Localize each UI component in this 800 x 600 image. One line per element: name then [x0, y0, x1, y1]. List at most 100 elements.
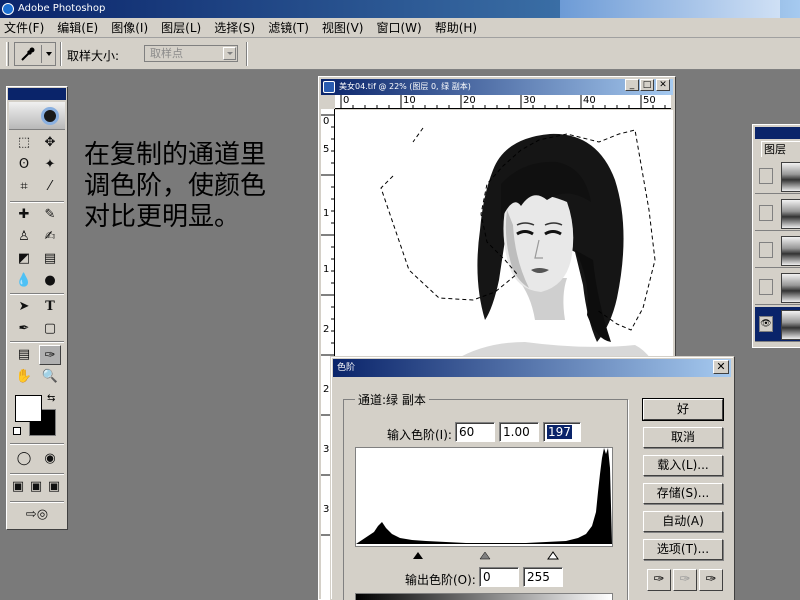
menu-window[interactable]: 窗口(W): [376, 19, 421, 36]
default-colors-icon[interactable]: [13, 427, 21, 435]
output-levels-label: 输出色阶(O):: [405, 573, 476, 587]
ok-button[interactable]: 好: [642, 398, 724, 421]
options-bar-grip[interactable]: [6, 42, 9, 66]
input-white-field[interactable]: 197: [543, 422, 581, 442]
input-sliders[interactable]: [355, 550, 613, 560]
ruler-label: 1: [323, 208, 330, 219]
visibility-toggle[interactable]: [759, 168, 773, 184]
menu-edit[interactable]: 编辑(E): [57, 19, 98, 36]
layer-row[interactable]: [755, 159, 800, 194]
eraser-tool-icon[interactable]: ◩: [13, 249, 35, 269]
ruler-label: 50: [643, 95, 656, 106]
levels-titlebar[interactable]: 色阶: [333, 359, 731, 377]
close-button[interactable]: ✕: [713, 360, 729, 374]
history-brush-tool-icon[interactable]: ✍: [39, 227, 61, 247]
path-selection-tool-icon[interactable]: ➤: [13, 297, 35, 317]
swap-colors-icon[interactable]: ⇆: [47, 393, 55, 404]
toolbox-logo[interactable]: [9, 102, 65, 130]
toolbox-separator: [10, 473, 64, 475]
jump-to-imageready-icon[interactable]: ⇨◎: [13, 505, 61, 525]
menu-layer[interactable]: 图层(L): [161, 19, 201, 36]
visibility-toggle[interactable]: [759, 205, 773, 221]
dodge-tool-icon[interactable]: ●: [39, 271, 61, 291]
lasso-tool-icon[interactable]: ʘ: [13, 155, 35, 175]
menu-filter[interactable]: 滤镜(T): [268, 19, 309, 36]
type-tool-icon[interactable]: T: [39, 297, 61, 317]
output-gradient[interactable]: [355, 593, 613, 600]
eyedropper-tool-icon[interactable]: ✑: [39, 345, 61, 365]
shape-tool-icon[interactable]: ▢: [39, 319, 61, 339]
toolbox-separator: [10, 293, 64, 295]
blur-tool-icon[interactable]: 💧: [13, 271, 35, 291]
zoom-tool-icon[interactable]: 🔍: [39, 367, 61, 387]
menu-file[interactable]: 文件(F): [4, 19, 44, 36]
layer-row[interactable]: [755, 196, 800, 231]
marquee-tool-icon[interactable]: ⬚: [13, 133, 35, 153]
channel-value[interactable]: 绿 副本: [386, 393, 426, 407]
menu-view[interactable]: 视图(V): [322, 19, 364, 36]
gradient-tool-icon[interactable]: ▤: [39, 249, 61, 269]
layers-titlebar[interactable]: [755, 127, 800, 139]
notes-tool-icon[interactable]: ▤: [13, 345, 35, 365]
sample-size-label: 取样大小:: [67, 49, 120, 63]
input-white-value: 197: [547, 425, 572, 439]
pen-tool-icon[interactable]: ✒: [13, 319, 35, 339]
eye-icon[interactable]: 👁: [759, 316, 773, 332]
document-icon: [323, 81, 335, 93]
output-black-field[interactable]: 0: [479, 567, 519, 587]
maximize-button[interactable]: □: [640, 79, 654, 91]
standard-screen-mode-icon[interactable]: ▣: [9, 477, 27, 497]
input-black-field[interactable]: 60: [455, 422, 495, 442]
toolbox-titlebar[interactable]: [8, 88, 66, 100]
move-tool-icon[interactable]: ✥: [39, 133, 61, 153]
layer-row[interactable]: [755, 233, 800, 268]
sample-size-select[interactable]: 取样点: [144, 45, 238, 62]
options-button[interactable]: 选项(T)...: [643, 539, 723, 560]
white-eyedropper-icon[interactable]: ✑: [699, 569, 723, 591]
layer-row-active[interactable]: 👁: [755, 307, 800, 342]
document-titlebar[interactable]: 美女04.tif @ 22% (图层 0, 绿 副本): [321, 79, 673, 95]
layer-thumbnail: [781, 199, 800, 229]
quick-mask-mode-icon[interactable]: ◉: [39, 449, 61, 469]
chevron-down-icon: [46, 52, 52, 56]
ruler-ticks: [340, 95, 666, 108]
layer-row[interactable]: [755, 270, 800, 305]
visibility-toggle[interactable]: [759, 279, 773, 295]
load-button[interactable]: 载入(L)...: [643, 455, 723, 476]
menu-select[interactable]: 选择(S): [214, 19, 255, 36]
menu-help[interactable]: 帮助(H): [435, 19, 477, 36]
slice-tool-icon[interactable]: ⁄: [39, 177, 61, 197]
auto-button[interactable]: 自动(A): [643, 511, 723, 532]
dropdown-arrow-icon[interactable]: [223, 47, 236, 60]
full-screen-menu-mode-icon[interactable]: ▣: [27, 477, 45, 497]
black-eyedropper-icon[interactable]: ✑: [647, 569, 671, 591]
full-screen-mode-icon[interactable]: ▣: [45, 477, 63, 497]
healing-brush-tool-icon[interactable]: ✚: [13, 205, 35, 225]
close-button[interactable]: ✕: [656, 79, 670, 91]
horizontal-ruler[interactable]: 0 10 20 30 40 50: [335, 95, 671, 109]
gray-eyedropper-icon[interactable]: ✑: [673, 569, 697, 591]
app-title: Adobe Photoshop: [18, 3, 106, 14]
magic-wand-tool-icon[interactable]: ✦: [39, 155, 61, 175]
clone-stamp-tool-icon[interactable]: ♙: [13, 227, 35, 247]
white-point-slider[interactable]: [547, 551, 559, 560]
tool-preset-picker[interactable]: [14, 42, 56, 66]
cancel-button[interactable]: 取消: [643, 427, 723, 448]
ruler-label: 2: [323, 384, 330, 395]
crop-tool-icon[interactable]: ⌗: [13, 177, 35, 197]
toolbox-separator: [10, 201, 64, 203]
minimize-button[interactable]: _: [625, 79, 639, 91]
menu-image[interactable]: 图像(I): [111, 19, 148, 36]
hand-tool-icon[interactable]: ✋: [13, 367, 35, 387]
brush-tool-icon[interactable]: ✎: [39, 205, 61, 225]
visibility-toggle[interactable]: [759, 242, 773, 258]
standard-mode-icon[interactable]: ◯: [13, 449, 35, 469]
black-point-slider[interactable]: [413, 552, 423, 559]
output-white-field[interactable]: 255: [523, 567, 563, 587]
foreground-color-swatch[interactable]: [15, 395, 42, 422]
input-gamma-field[interactable]: 1.00: [499, 422, 539, 442]
channel-label: 通道:: [358, 393, 387, 407]
gamma-slider[interactable]: [479, 551, 491, 560]
tab-layers[interactable]: 图层: [761, 141, 800, 157]
save-button[interactable]: 存储(S)...: [643, 483, 723, 504]
